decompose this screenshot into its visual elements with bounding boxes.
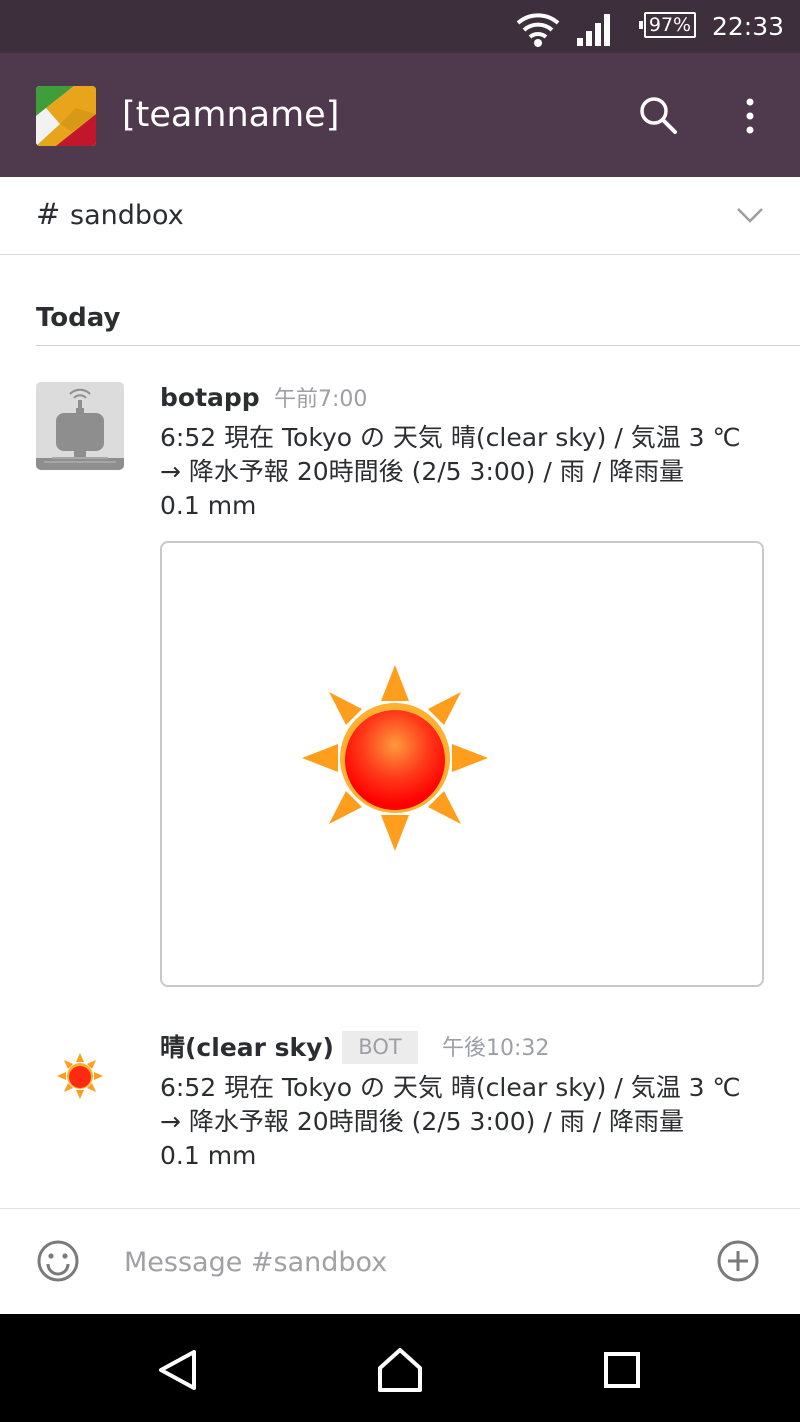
wifi-icon (516, 13, 560, 47)
message-time[interactable]: 午前7:00 (274, 384, 367, 416)
battery-indicator: 97% (639, 12, 696, 38)
message-text: 6:52 現在 Tokyo の 天気 晴(clear sky) / 気温 3 ℃… (160, 1073, 741, 1170)
add-circle-icon (717, 1240, 759, 1282)
cell-signal-icon (577, 14, 610, 46)
system-nav-bar (0, 1314, 800, 1422)
message-input[interactable] (124, 1239, 684, 1285)
message-text: 6:52 現在 Tokyo の 天気 晴(clear sky) / 気温 3 ℃… (160, 423, 741, 520)
message-composer (0, 1208, 800, 1314)
day-divider: Today (36, 298, 800, 346)
back-icon[interactable] (156, 1348, 198, 1392)
more-vert-icon (746, 98, 754, 134)
channel-name: sandbox (70, 200, 184, 231)
bot-badge: BOT (342, 1031, 418, 1064)
more-options-button[interactable] (736, 95, 764, 137)
recents-icon[interactable] (604, 1352, 640, 1388)
avatar[interactable] (36, 382, 124, 470)
chevron-down-icon[interactable] (736, 205, 764, 225)
sun-icon (302, 665, 488, 851)
status-clock: 22:33 (712, 12, 785, 41)
home-icon[interactable] (376, 1346, 424, 1394)
search-icon (640, 97, 677, 134)
sun-icon (57, 1053, 103, 1099)
message-sender[interactable]: 晴(clear sky) (160, 1032, 334, 1064)
robot-avatar-icon (36, 382, 124, 470)
emoji-icon (37, 1240, 79, 1282)
day-divider-label: Today (36, 303, 121, 333)
image-attachment[interactable] (160, 541, 764, 987)
add-attachment-button[interactable] (716, 1239, 760, 1283)
channel-header[interactable]: # sandbox (0, 177, 800, 255)
team-name[interactable]: [teamname] (122, 93, 339, 137)
message-time[interactable]: 午後10:32 (442, 1033, 549, 1065)
app-bar: [teamname] (0, 53, 800, 177)
message-sender[interactable]: botapp (160, 382, 260, 414)
search-button[interactable] (638, 95, 678, 135)
status-bar: 97% 22:33 (0, 0, 800, 53)
team-logo[interactable] (36, 86, 96, 146)
avatar[interactable] (56, 1052, 104, 1100)
emoji-button[interactable] (36, 1239, 80, 1283)
channel-hash: # (36, 197, 61, 231)
